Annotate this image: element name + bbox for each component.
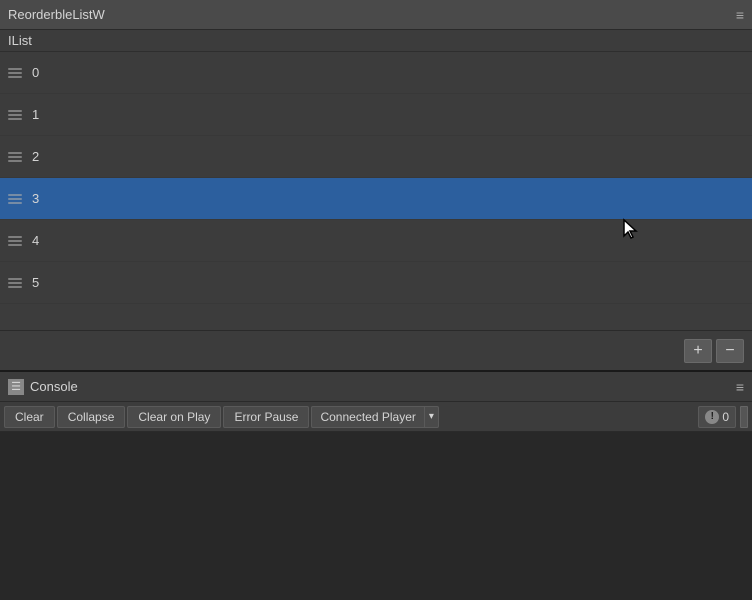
drag-handle-5 xyxy=(8,278,22,288)
list-item-selected[interactable]: 3 xyxy=(0,178,752,220)
list-footer: + − xyxy=(0,330,752,370)
error-pause-button[interactable]: Error Pause xyxy=(223,406,309,428)
console-panel: ☰ Console ≡ Clear Collapse Clear on Play… xyxy=(0,370,752,600)
console-toolbar: Clear Collapse Clear on Play Error Pause… xyxy=(0,402,752,432)
item-label-5: 5 xyxy=(32,275,39,290)
add-item-button[interactable]: + xyxy=(684,339,712,363)
panel-menu-icon[interactable]: ≡ xyxy=(736,7,744,23)
console-title-left: ☰ Console xyxy=(8,379,78,395)
top-panel: ReorderbleListW ≡ IList 0 1 xyxy=(0,0,752,370)
collapse-button[interactable]: Collapse xyxy=(57,406,126,428)
item-label-3: 3 xyxy=(32,191,39,206)
drag-handle-4 xyxy=(8,236,22,246)
console-menu-icon[interactable]: ≡ xyxy=(736,379,744,395)
connected-player-dropdown[interactable]: Connected Player ▾ xyxy=(311,406,438,428)
drag-handle-0 xyxy=(8,68,22,78)
panel-title: ReorderbleListW xyxy=(8,7,105,22)
warning-icon: ! xyxy=(705,410,719,424)
console-icon: ☰ xyxy=(8,379,24,395)
warning-badge[interactable]: ! 0 xyxy=(698,406,736,428)
list-item[interactable]: 2 xyxy=(0,136,752,178)
toolbar-right: ! 0 xyxy=(698,406,748,428)
resize-handle[interactable] xyxy=(740,406,748,428)
list-item[interactable]: 4 xyxy=(0,220,752,262)
item-label-2: 2 xyxy=(32,149,39,164)
clear-on-play-button[interactable]: Clear on Play xyxy=(127,406,221,428)
console-title-bar: ☰ Console ≡ xyxy=(0,372,752,402)
console-title: Console xyxy=(30,379,78,394)
panel-title-bar: ReorderbleListW ≡ xyxy=(0,0,752,30)
drag-handle-2 xyxy=(8,152,22,162)
clear-button[interactable]: Clear xyxy=(4,406,55,428)
list-item[interactable]: 1 xyxy=(0,94,752,136)
list-item[interactable]: 5 xyxy=(0,262,752,304)
list-header-label: IList xyxy=(8,33,32,48)
warning-count: 0 xyxy=(722,410,729,424)
item-label-4: 4 xyxy=(32,233,39,248)
item-label-1: 1 xyxy=(32,107,39,122)
drag-handle-3 xyxy=(8,194,22,204)
list-content: 0 1 2 3 xyxy=(0,52,752,330)
list-item[interactable]: 0 xyxy=(0,52,752,94)
remove-item-button[interactable]: − xyxy=(716,339,744,363)
item-label-0: 0 xyxy=(32,65,39,80)
connected-player-button[interactable]: Connected Player xyxy=(312,407,424,427)
drag-handle-1 xyxy=(8,110,22,120)
connected-player-arrow[interactable]: ▾ xyxy=(425,407,438,427)
list-header: IList xyxy=(0,30,752,52)
console-body xyxy=(0,432,752,600)
